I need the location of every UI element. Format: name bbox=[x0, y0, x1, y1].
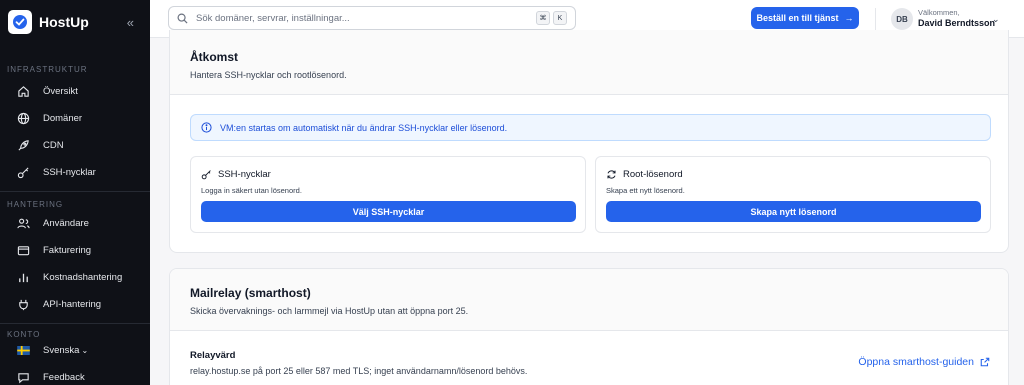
sidebar-item-fakturering[interactable]: Fakturering bbox=[0, 237, 150, 264]
wallet-icon bbox=[17, 246, 30, 256]
globe-icon bbox=[17, 112, 30, 125]
search-input[interactable]: Sök domäner, servrar, inställningar... ⌘… bbox=[168, 6, 576, 30]
language-selector[interactable]: Svenska ⌄ bbox=[0, 337, 150, 364]
sidebar-item-label: Feedback bbox=[43, 372, 85, 383]
brand[interactable]: HostUp « bbox=[0, 0, 150, 44]
root-password-heading: Root-lösenord bbox=[606, 169, 683, 180]
sidebar-item-label: Kostnadshantering bbox=[43, 272, 123, 283]
ssh-keys-heading: SSH-nycklar bbox=[201, 169, 271, 180]
info-icon bbox=[201, 122, 212, 133]
access-card: Åtkomst Hantera SSH-nycklar och rootlöse… bbox=[169, 30, 1009, 253]
root-password-title: Root-lösenord bbox=[623, 169, 683, 180]
sidebar-item-domaner[interactable]: Domäner bbox=[0, 105, 150, 132]
root-password-desc: Skapa ett nytt lösenord. bbox=[606, 186, 685, 195]
mailrelay-card: Mailrelay (smarthost) Skicka övervakning… bbox=[169, 268, 1009, 385]
sidebar-item-label: Översikt bbox=[43, 86, 78, 97]
restart-info-banner: VM:en startas om automatiskt när du ändr… bbox=[190, 114, 991, 141]
plug-icon bbox=[19, 299, 28, 311]
sidebar-item-ssh-nycklar[interactable]: SSH-nycklar bbox=[0, 159, 150, 186]
sidebar-item-label: CDN bbox=[43, 140, 64, 151]
user-name[interactable]: David Berndtsson bbox=[918, 18, 995, 28]
sidebar: HostUp « Infrastruktur Översikt Domäner … bbox=[0, 0, 150, 385]
section-title-konto: Konto bbox=[7, 330, 41, 339]
hostup-logo-icon bbox=[8, 10, 32, 34]
arrow-right-icon: → bbox=[844, 13, 854, 23]
smarthost-guide-link[interactable]: Öppna smarthost-guiden bbox=[858, 356, 990, 368]
sidebar-item-cdn[interactable]: CDN bbox=[0, 132, 150, 159]
home-icon bbox=[18, 86, 29, 97]
kbd-k: K bbox=[553, 11, 567, 25]
feedback-icon bbox=[18, 373, 29, 384]
mailrelay-title: Mailrelay (smarthost) bbox=[190, 286, 311, 300]
mailrelay-subtitle: Skicka övervaknings- och larmmejl via Ho… bbox=[190, 306, 469, 316]
user-menu-chevron-icon[interactable]: ⌄ bbox=[992, 14, 1000, 25]
ssh-keys-panel: SSH-nycklar Logga in säkert utan lösenor… bbox=[190, 156, 586, 233]
avatar[interactable]: DB bbox=[891, 8, 913, 30]
choose-ssh-keys-button[interactable]: Välj SSH-nycklar bbox=[201, 201, 576, 222]
search-icon bbox=[177, 13, 188, 24]
sidebar-divider bbox=[0, 191, 150, 192]
rocket-icon bbox=[18, 140, 29, 151]
sidebar-divider bbox=[0, 323, 150, 324]
chevron-down-icon: ⌄ bbox=[81, 346, 89, 355]
access-title: Åtkomst bbox=[190, 50, 239, 64]
sidebar-item-feedback[interactable]: Feedback bbox=[0, 364, 150, 385]
sidebar-item-label: Användare bbox=[43, 218, 89, 229]
sidebar-item-label: API-hantering bbox=[43, 299, 102, 310]
key-icon bbox=[201, 170, 211, 180]
access-subtitle: Hantera SSH-nycklar och rootlösenord. bbox=[190, 70, 347, 80]
refresh-icon bbox=[607, 170, 616, 179]
header-divider bbox=[875, 8, 876, 30]
root-password-panel: Root-lösenord Skapa ett nytt lösenord. S… bbox=[595, 156, 991, 233]
sidebar-item-label: SSH-nycklar bbox=[43, 167, 96, 178]
sidebar-item-label: Domäner bbox=[43, 113, 83, 124]
section-title-hantering: Hantering bbox=[7, 200, 64, 209]
ssh-keys-desc: Logga in säkert utan lösenord. bbox=[201, 186, 302, 195]
sidebar-item-label: Fakturering bbox=[43, 245, 92, 256]
chart-bars-icon bbox=[19, 273, 28, 283]
info-text: VM:en startas om automatiskt när du ändr… bbox=[220, 122, 508, 133]
swedish-flag-icon bbox=[17, 346, 30, 355]
sidebar-item-oversikt[interactable]: Översikt bbox=[0, 78, 150, 105]
relay-host-text: relay.hostup.se på port 25 eller 587 med… bbox=[190, 366, 528, 376]
sidebar-item-anvandare[interactable]: Användare bbox=[0, 210, 150, 237]
section-title-infrastruktur: Infrastruktur bbox=[7, 65, 88, 74]
order-service-button[interactable]: Beställ en till tjänst → bbox=[751, 7, 859, 29]
order-service-label: Beställ en till tjänst bbox=[756, 13, 839, 23]
kbd-cmd: ⌘ bbox=[536, 11, 550, 25]
mailrelay-card-header: Mailrelay (smarthost) Skicka övervakning… bbox=[170, 269, 1008, 331]
sidebar-item-kostnadshantering[interactable]: Kostnadshantering bbox=[0, 264, 150, 291]
ssh-keys-title: SSH-nycklar bbox=[218, 169, 271, 180]
brand-name: HostUp bbox=[39, 14, 89, 30]
key-icon bbox=[17, 167, 29, 179]
welcome-text: Välkommen, bbox=[918, 8, 960, 17]
language-label: Svenska bbox=[43, 345, 80, 356]
access-card-header: Åtkomst Hantera SSH-nycklar och rootlöse… bbox=[170, 30, 1008, 95]
create-password-button[interactable]: Skapa nytt lösenord bbox=[606, 201, 981, 222]
sidebar-item-api-hantering[interactable]: API-hantering bbox=[0, 291, 150, 318]
users-icon bbox=[17, 218, 30, 229]
search-placeholder: Sök domäner, servrar, inställningar... bbox=[196, 12, 350, 24]
smarthost-guide-label: Öppna smarthost-guiden bbox=[858, 356, 974, 368]
external-link-icon bbox=[980, 357, 990, 367]
relay-host-label: Relayvärd bbox=[190, 350, 236, 361]
collapse-sidebar-icon[interactable]: « bbox=[127, 15, 134, 30]
